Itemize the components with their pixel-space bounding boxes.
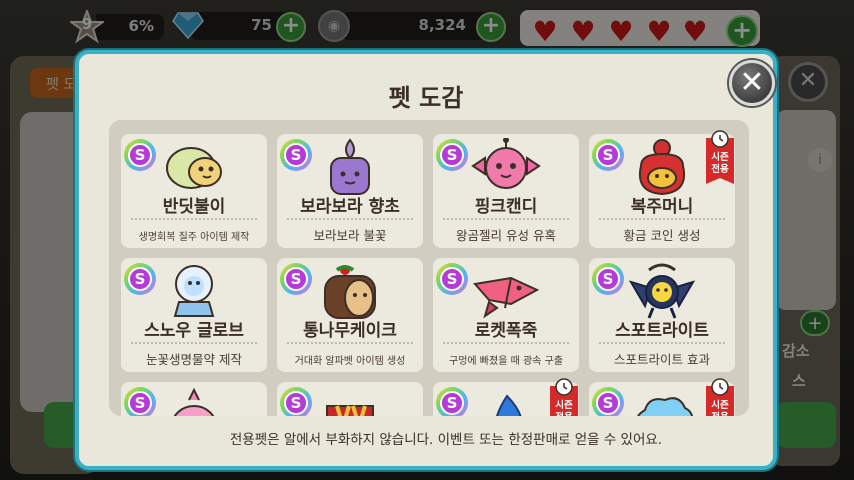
pet-card[interactable]: S [277,382,423,416]
season-exclusive-tag: 시즌전용 [547,378,581,416]
s-grade-badge-icon: S [279,262,313,296]
svg-text:S: S [603,270,614,288]
log-cake-pet-icon [315,262,385,322]
svg-text:S: S [447,146,458,164]
s-grade-badge-icon: S [591,138,625,172]
pet-divider [287,218,413,220]
pet-encyclopedia-dialog: 펫 도감 ✕ S 반딧불이생명회복 질주 아이템 제작 S 보라보라 향초보라보라 불… [75,50,777,470]
pet-card[interactable]: S 반딧불이생명회복 질주 아이템 제작 [121,134,267,248]
close-button[interactable]: ✕ [729,60,775,106]
s-grade-badge-icon: S [279,386,313,416]
pink-candy-pet-icon [471,137,541,198]
spotlight-pet-icon [627,262,697,322]
s-grade-badge-icon: S [591,262,625,296]
blue-flame-pet-icon [471,386,541,416]
pet-divider [443,342,569,344]
firefly-pet-icon [159,138,229,198]
pink-blob-pet-icon [159,386,229,416]
season-exclusive-tag: 시즌전용 [703,130,737,186]
s-grade-badge-icon: S [279,138,313,172]
svg-text:S: S [291,270,302,288]
pet-card[interactable]: S 시즌 전용복주머니황금 코인 생성 [589,130,735,248]
s-grade-badge-icon: S [123,386,157,416]
purple-candle-pet-icon [315,138,385,198]
pet-name: 반딧불이 [162,197,226,217]
s-grade-badge-icon: S [435,138,469,172]
season-tag-line1: 시즌 [711,400,729,411]
s-grade-badge-icon: S [123,138,157,172]
pet-card[interactable]: S 로켓폭죽구멍에 빠졌을 때 광속 구출 [433,258,579,372]
pet-card[interactable]: S 보라보라 향초보라보라 불꽃 [277,134,423,248]
svg-text:S: S [447,270,458,288]
pet-ability: 거대화 알파벳 아이템 생성 [294,356,406,367]
svg-text:S: S [135,146,146,164]
pet-card[interactable]: S 핑크캔디왕곰젤리 유성 유혹 [433,134,579,248]
pet-card[interactable]: S 시즌전용 [589,378,735,416]
svg-text:S: S [291,146,302,164]
svg-text:S: S [447,394,458,412]
pet-divider [599,342,725,344]
pet-divider [599,218,725,220]
rocket-firecracker-pet-icon [471,262,541,322]
pet-ability: 생명회복 질주 아이템 제작 [138,232,250,243]
pet-card[interactable]: S 스노우 글로브눈꽃생명물약 제작 [121,258,267,372]
s-grade-badge-icon: S [123,262,157,296]
snow-globe-pet-icon [159,262,229,322]
red-book-pet-icon [315,386,385,416]
pet-grid[interactable]: S 반딧불이생명회복 질주 아이템 제작 S 보라보라 향초보라보라 불꽃 S 핑크캔디왕… [109,120,749,416]
pet-ability: 황금 코인 생성 [623,228,701,243]
pet-divider [287,342,413,344]
pet-name: 보라보라 향초 [300,197,400,217]
svg-text:S: S [291,394,302,412]
season-tag-line1: 시즌 [711,152,729,163]
season-tag-line2: 전용 [555,411,573,416]
pet-card[interactable]: S 스포트라이트스포트라이트 효과 [589,258,735,372]
pet-ability: 구멍에 빠졌을 때 광속 구출 [449,356,563,367]
dialog-title: 펫 도감 [388,84,464,112]
s-grade-badge-icon: S [591,386,625,416]
pet-card[interactable]: S 시즌전용 [433,378,579,416]
pet-name: 로켓폭죽 [474,321,538,341]
s-grade-badge-icon: S [435,386,469,416]
pet-ability: 보라보라 불꽃 [313,228,387,243]
svg-text:S: S [135,270,146,288]
svg-text:S: S [603,146,614,164]
s-grade-badge-icon: S [435,262,469,296]
svg-text:S: S [135,394,146,412]
pet-ability: 눈꽃생명물약 제작 [146,352,242,367]
pet-name: 복주머니 [630,197,694,217]
pet-divider [131,342,257,344]
pet-divider [443,218,569,220]
svg-text:S: S [603,394,614,412]
pet-card[interactable]: S [121,382,267,416]
close-icon: ✕ [739,65,765,100]
pet-name: 스포트라이트 [615,321,709,341]
season-exclusive-tag: 시즌전용 [703,378,737,416]
pet-divider [131,218,257,220]
pet-card[interactable]: S 통나무케이크거대화 알파벳 아이템 생성 [277,258,423,372]
pet-name: 핑크캔디 [474,197,538,217]
lucky-pouch-pet-icon [627,138,697,198]
cloud-pet-icon [627,386,697,416]
season-tag-line2: 전용 [711,411,729,416]
exclusive-pet-note: 전용펫은 알에서 부화하지 않습니다. 이벤트 또는 한정판매로 얻을 수 있어… [229,432,663,448]
season-tag-line2: 전용 [711,163,729,175]
pet-name: 스노우 글로브 [144,321,244,341]
pet-ability: 스포트라이트 효과 [614,352,710,367]
pet-ability: 왕곰젤리 유성 유혹 [456,228,556,243]
pet-name: 통나무케이크 [303,321,397,341]
season-tag-line1: 시즌 [555,400,573,411]
